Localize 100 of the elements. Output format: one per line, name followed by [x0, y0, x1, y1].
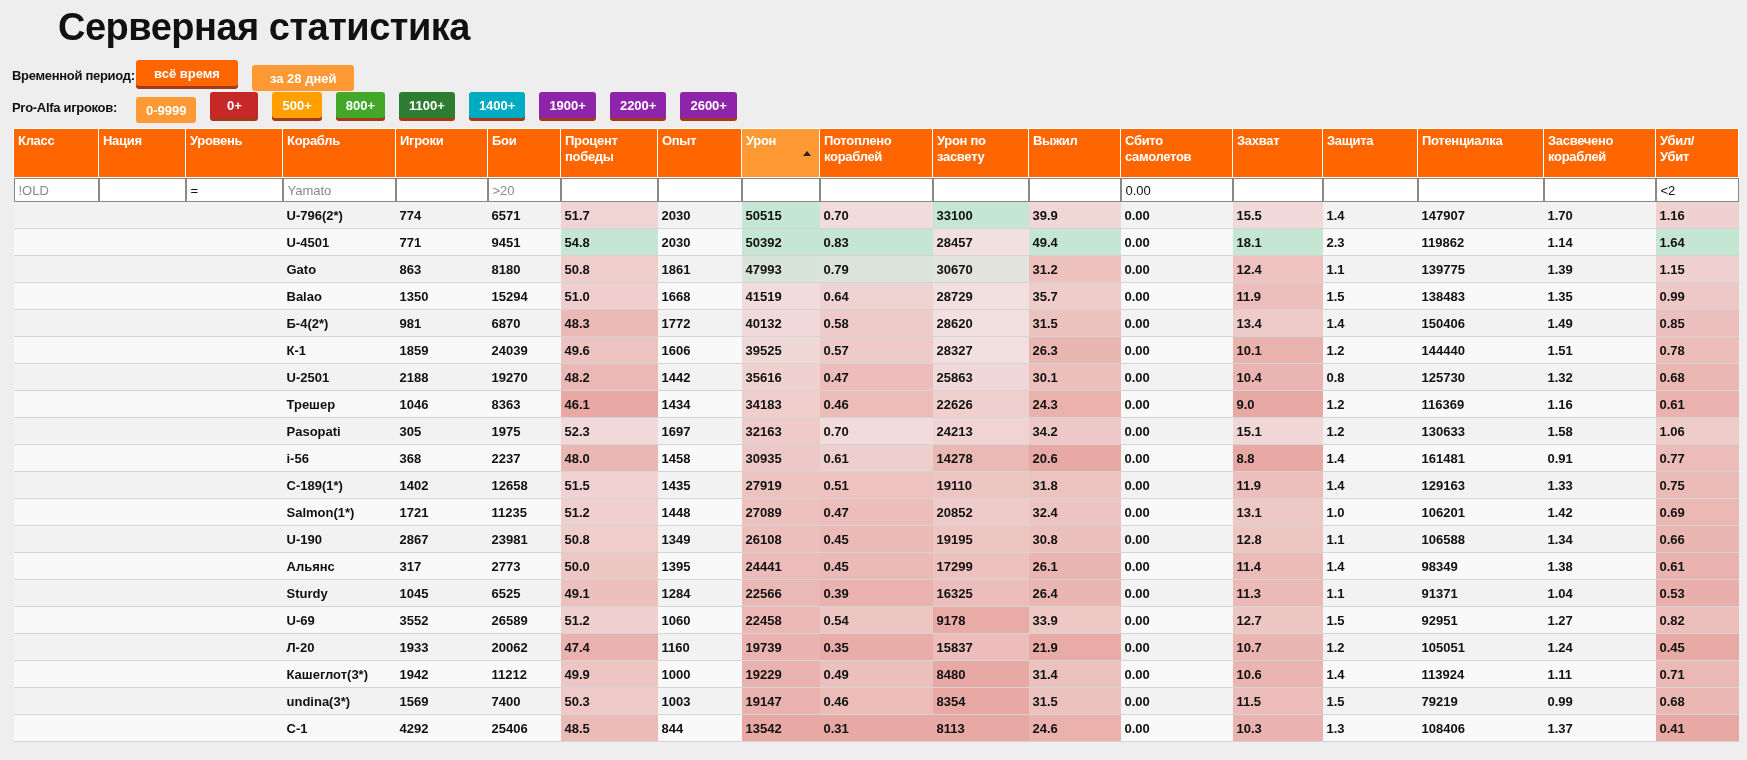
table-cell: 1.70 — [1543, 202, 1656, 229]
column-header[interactable]: Корабль — [282, 128, 396, 178]
table-cell: 39525 — [741, 336, 820, 364]
table-cell: 15837 — [932, 633, 1029, 661]
table-cell: 22458 — [741, 606, 820, 634]
table-cell: Л-20 — [282, 633, 396, 661]
column-header[interactable]: Выжил — [1028, 128, 1121, 178]
table-cell: 1.34 — [1543, 525, 1656, 553]
table-cell: 0.45 — [1655, 633, 1739, 661]
table-cell: 0.71 — [1655, 660, 1739, 688]
table-cell: 19270 — [487, 363, 561, 391]
table-cell: 34.2 — [1028, 417, 1121, 445]
column-header[interactable]: Класс — [13, 128, 99, 178]
column-header[interactable]: Потенциалка — [1417, 128, 1544, 178]
column-header[interactable]: Уровень — [185, 128, 283, 178]
filter-field[interactable]: 0.00 — [1120, 178, 1233, 202]
table-cell: 2030 — [657, 228, 742, 256]
column-header[interactable]: Урон — [741, 128, 820, 178]
table-cell: 24.3 — [1028, 390, 1121, 418]
table-cell: 14278 — [932, 444, 1029, 472]
filter-button[interactable]: 800+ — [335, 92, 386, 118]
filter-button[interactable]: 1900+ — [539, 92, 596, 118]
table-cell: 32.4 — [1028, 498, 1121, 526]
filter-field[interactable]: = — [185, 178, 283, 202]
filter-field[interactable] — [395, 178, 488, 202]
column-header[interactable]: Процент победы — [560, 128, 658, 178]
filter-field[interactable]: <2 — [1655, 178, 1739, 202]
table-cell: 30670 — [932, 255, 1029, 283]
column-header[interactable]: Захват — [1232, 128, 1323, 178]
table-cell: 1861 — [657, 255, 742, 283]
table-cell: 1395 — [657, 552, 742, 580]
filter-button[interactable]: 0+ — [210, 92, 259, 118]
filter-field[interactable] — [932, 178, 1029, 202]
table-cell: 138483 — [1417, 282, 1544, 310]
filter-field[interactable] — [1028, 178, 1121, 202]
column-header[interactable]: Потоплено кораблей — [819, 128, 933, 178]
table-cell: 0.00 — [1120, 444, 1233, 472]
filter-field[interactable] — [657, 178, 742, 202]
table-cell: 1349 — [657, 525, 742, 553]
table-cell: 1772 — [657, 309, 742, 337]
column-header[interactable]: Нация — [98, 128, 186, 178]
table-cell: 1.37 — [1543, 714, 1656, 742]
filter-field[interactable]: Yamato — [282, 178, 396, 202]
table-cell: 49.1 — [560, 579, 658, 607]
filter-field[interactable] — [560, 178, 658, 202]
table-cell: 2773 — [487, 552, 561, 580]
table-cell: 2030 — [657, 202, 742, 229]
table-cell: 368 — [395, 444, 488, 472]
filter-button[interactable]: 2200+ — [609, 92, 667, 118]
table-cell: 0.35 — [819, 633, 933, 661]
table-cell: 113924 — [1417, 660, 1544, 688]
filter-button[interactable]: 500+ — [272, 92, 322, 118]
table-cell: 0.46 — [819, 687, 933, 715]
table-cell: 8180 — [487, 255, 561, 283]
table-cell: 0.00 — [1120, 606, 1233, 634]
table-cell: 31.8 — [1028, 471, 1121, 499]
filter-field[interactable] — [1232, 178, 1323, 202]
table-cell: 1350 — [395, 282, 488, 310]
column-header[interactable]: Игроки — [395, 128, 488, 178]
table-cell: 0.53 — [1655, 579, 1739, 607]
table-cell: 1000 — [657, 660, 742, 688]
table-cell: 13.4 — [1232, 309, 1323, 337]
column-header[interactable]: Убил/ Убит — [1655, 128, 1739, 178]
filter-field[interactable]: >20 — [487, 178, 561, 202]
table-cell: 1435 — [657, 471, 742, 499]
filter-button[interactable]: 1400+ — [468, 92, 526, 118]
filter-button[interactable]: 1100+ — [399, 92, 455, 118]
table-cell: 1.49 — [1543, 309, 1656, 337]
filter-field[interactable] — [98, 178, 186, 202]
table-cell: Balao — [282, 282, 396, 310]
table-cell: 10.6 — [1232, 660, 1323, 688]
table-cell: 8113 — [932, 714, 1029, 742]
column-header[interactable]: Бои — [487, 128, 561, 178]
filter-button[interactable]: за 28 дней — [251, 65, 355, 91]
filter-field[interactable] — [1543, 178, 1656, 202]
table-cell: 41519 — [741, 282, 820, 310]
filter-field[interactable] — [819, 178, 933, 202]
filter-field[interactable] — [741, 178, 820, 202]
column-header[interactable]: Урон по засвету — [932, 128, 1029, 178]
filter-field[interactable] — [1417, 178, 1544, 202]
table-cell: 771 — [395, 228, 488, 256]
table-cell: 0.99 — [1543, 687, 1656, 715]
table-cell: 9451 — [487, 228, 561, 256]
column-header[interactable]: Сбито самолетов — [1120, 128, 1233, 178]
filter-button[interactable]: всё время — [136, 60, 238, 86]
filter-button[interactable]: 2600+ — [680, 92, 737, 118]
table-cell: 54.8 — [560, 228, 658, 256]
table-cell: 1.15 — [1655, 255, 1739, 283]
filter-field[interactable] — [1322, 178, 1418, 202]
table-cell: 12658 — [487, 471, 561, 499]
table-cell: 1697 — [657, 417, 742, 445]
filter-button[interactable]: 0-9999 — [136, 97, 197, 123]
column-header[interactable]: Засвечено кораблей — [1543, 128, 1656, 178]
table-cell: 19195 — [932, 525, 1029, 553]
column-header[interactable]: Защита — [1322, 128, 1418, 178]
filter-field[interactable]: !OLD — [13, 178, 99, 202]
table-cell: 0.99 — [1655, 282, 1739, 310]
table-cell: 40132 — [741, 309, 820, 337]
column-header[interactable]: Опыт — [657, 128, 742, 178]
table-cell: 8.8 — [1232, 444, 1323, 472]
